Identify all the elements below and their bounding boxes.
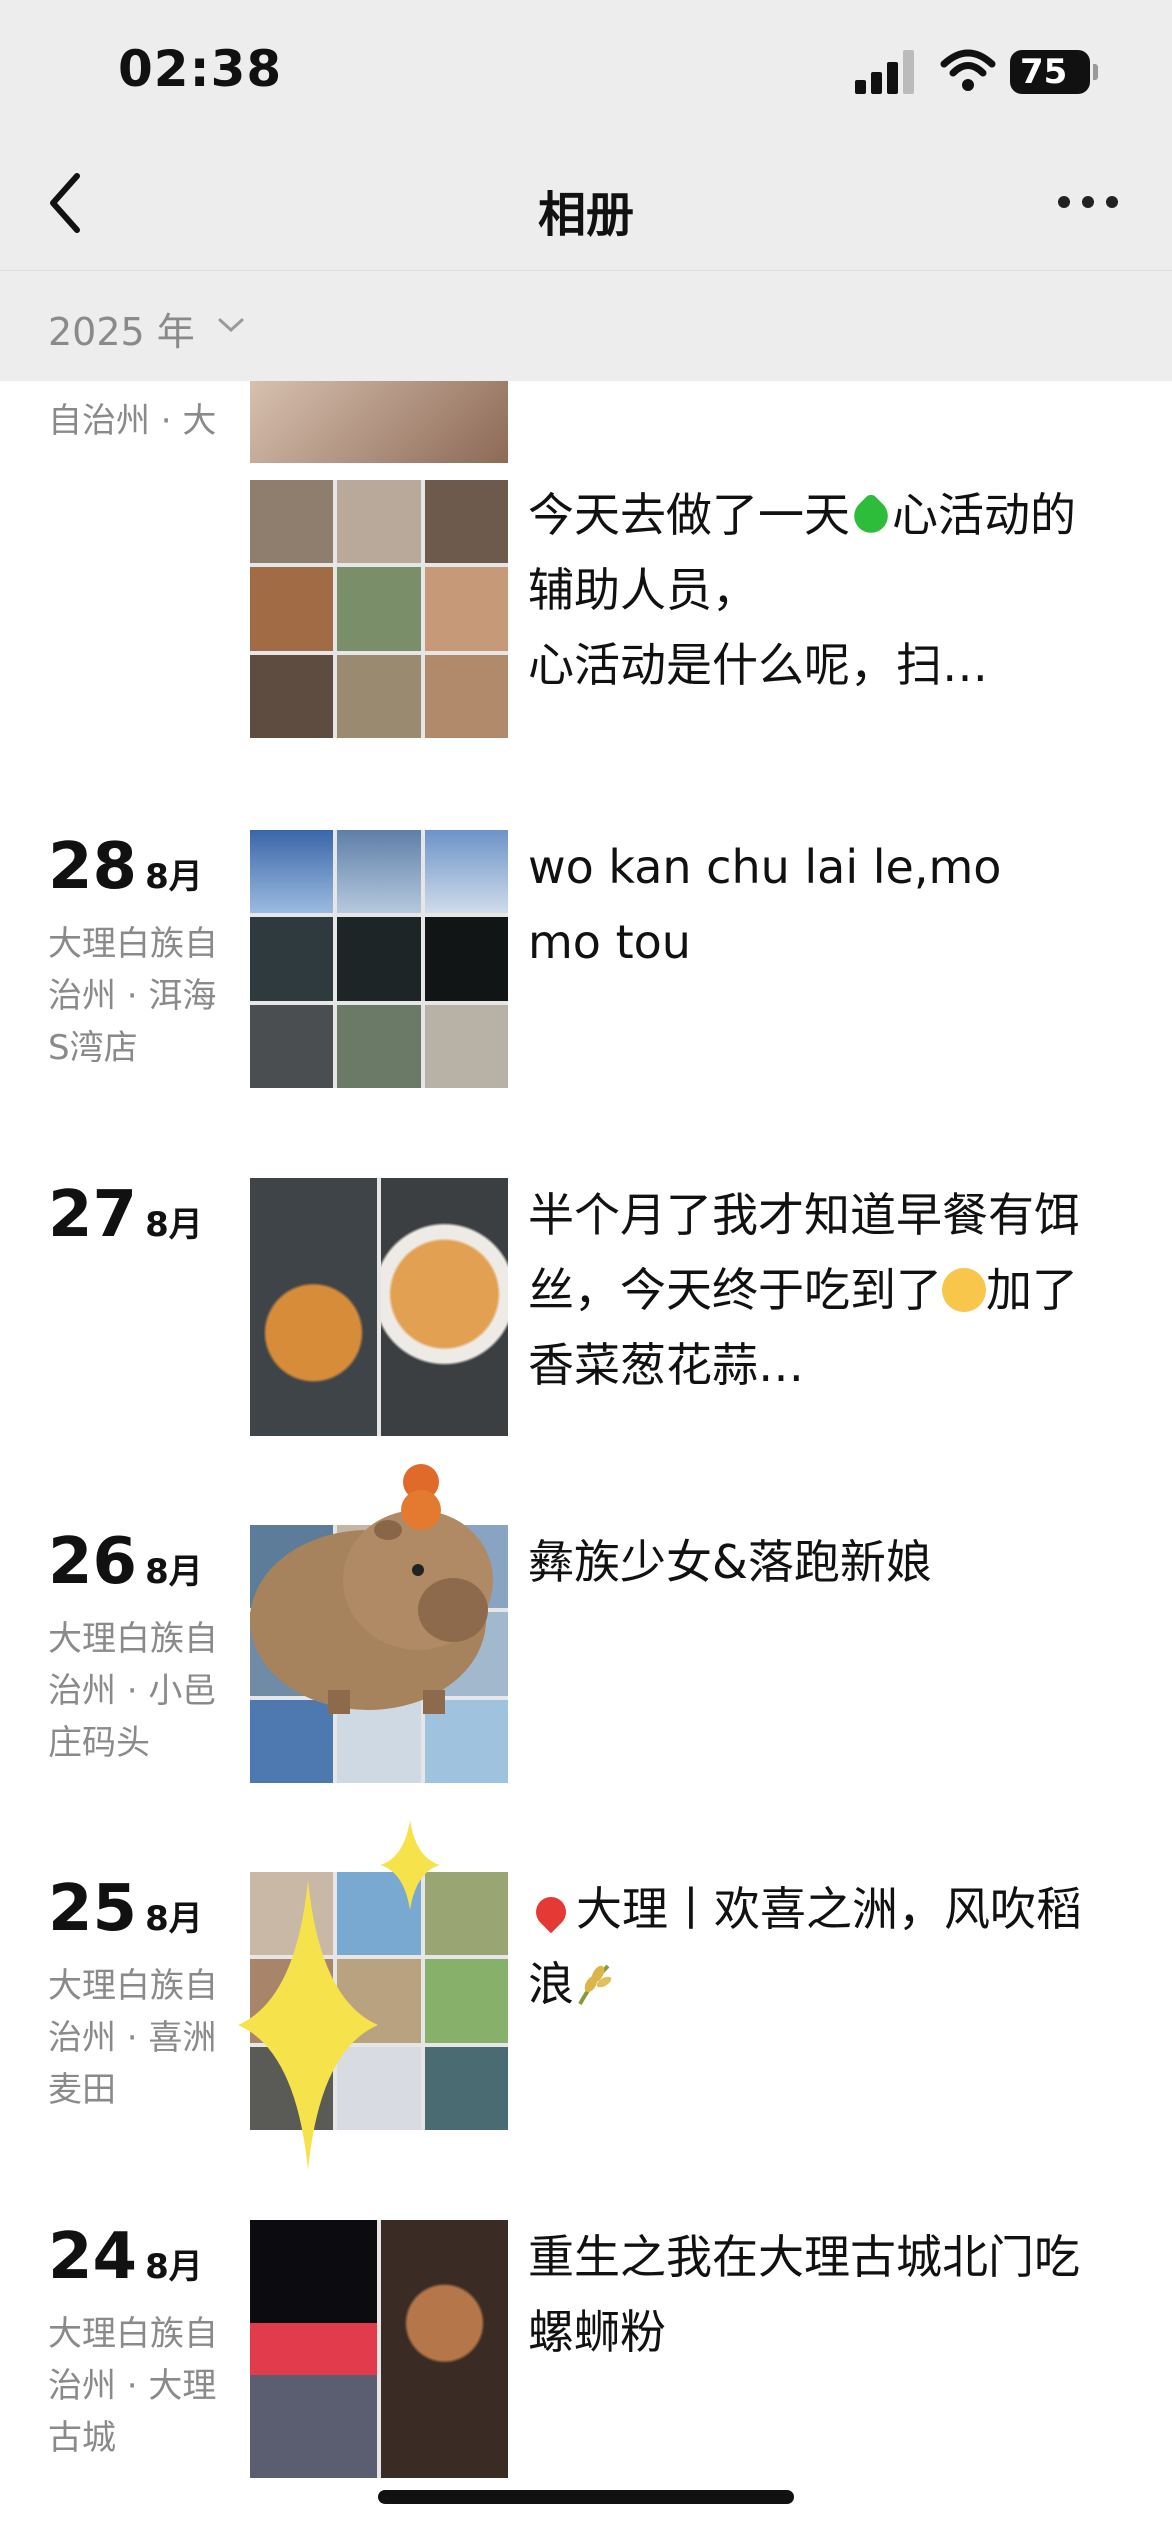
status-time: 02:38 bbox=[118, 40, 283, 98]
top-bar: 02:38 75 相册 bbox=[0, 0, 1172, 270]
more-options-icon[interactable] bbox=[1058, 196, 1118, 210]
home-indicator[interactable] bbox=[378, 2490, 794, 2504]
entry-caption[interactable]: 今天去做了一天 心活动的辅助人员， 心活动是什么呢，扫… bbox=[528, 478, 1088, 703]
page-title: 相册 bbox=[537, 187, 634, 243]
year-filter[interactable]: 2025 年 bbox=[48, 301, 195, 356]
entry-date: 25 8月 bbox=[48, 1872, 203, 1946]
entry-caption[interactable]: 彝族少女&落跑新娘 bbox=[528, 1525, 1088, 1600]
entry-date: 28 8月 bbox=[48, 830, 203, 904]
rice-wheat-icon bbox=[578, 1964, 612, 2005]
entry-date: 24 8月 bbox=[48, 2220, 203, 2294]
location-pin-icon bbox=[529, 1890, 573, 1934]
year-filter-bar: 2025 年 bbox=[0, 270, 1172, 381]
chevron-down-icon[interactable] bbox=[218, 317, 244, 333]
entry-caption[interactable]: 大理丨欢喜之洲，风吹稻浪 bbox=[528, 1872, 1088, 2022]
entry-location: 大理白族自治州 · 小邑庄码头 bbox=[48, 1619, 218, 1763]
photo-grid[interactable] bbox=[250, 830, 508, 1088]
green-heart-emoji-icon bbox=[847, 492, 895, 540]
photo-grid[interactable] bbox=[250, 2220, 508, 2478]
entry-caption[interactable]: 重生之我在大理古城北门吃螺蛳粉 bbox=[528, 2220, 1088, 2370]
entry-date: 27 8月 bbox=[48, 1178, 203, 1252]
entry-location: 自治州 · 大理古城 bbox=[48, 401, 217, 455]
photo-grid[interactable] bbox=[250, 1178, 508, 1436]
entry-date: 26 8月 bbox=[48, 1525, 203, 1599]
entry-caption[interactable]: 半个月了我才知道早餐有饵丝，今天终于吃到了 加了香菜葱花蒜… bbox=[528, 1178, 1088, 1403]
entry-caption[interactable]: wo kan chu lai le,mo mo tou bbox=[528, 830, 1088, 980]
sparkle-sticker bbox=[238, 1880, 378, 2170]
capybara-sticker bbox=[250, 1464, 493, 1714]
entry-location: 大理白族自治州 · 大理古城 bbox=[48, 2314, 218, 2458]
battery-indicator: 75 bbox=[1010, 50, 1098, 94]
photo-grid[interactable] bbox=[250, 480, 508, 738]
wifi-icon bbox=[940, 49, 996, 91]
sparkle-sticker bbox=[380, 1820, 440, 1910]
cellular-signal-icon bbox=[855, 50, 917, 94]
entry-location: 大理白族自治州 · 喜洲麦田 bbox=[48, 1966, 218, 2110]
laughing-emoji-icon bbox=[942, 1268, 986, 1312]
entry-location: 大理白族自治州 · 洱海S湾店 bbox=[48, 924, 218, 1068]
photo-thumbnail[interactable] bbox=[250, 375, 508, 463]
